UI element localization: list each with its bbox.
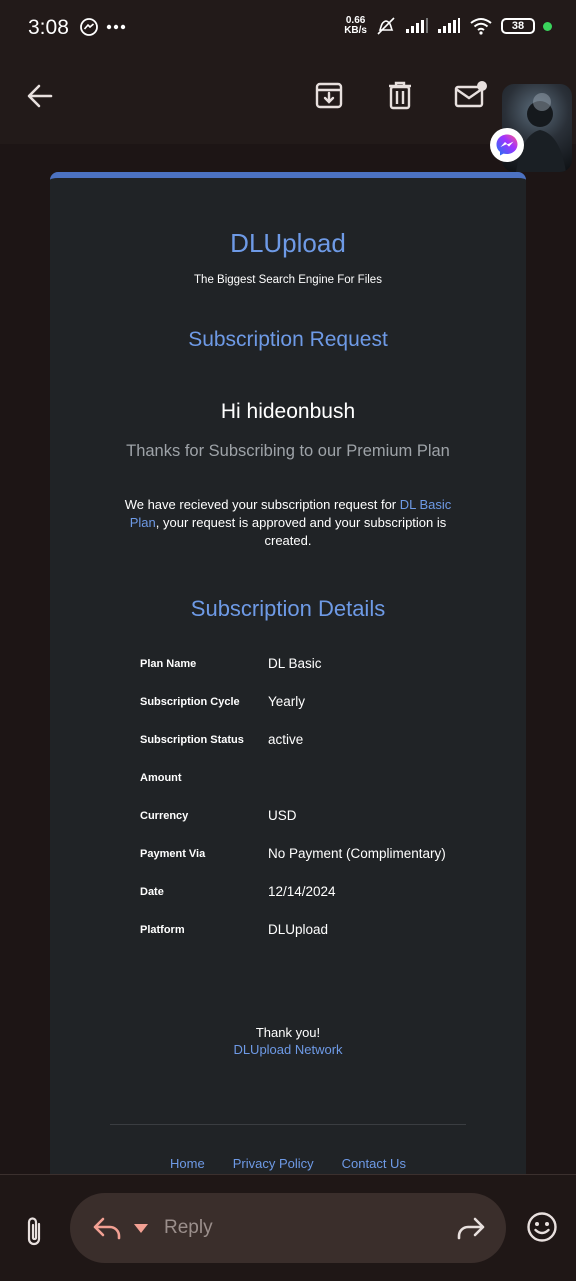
detail-key: Amount bbox=[140, 772, 182, 784]
archive-icon[interactable] bbox=[314, 80, 344, 110]
brand-title: DLUpload bbox=[230, 228, 346, 258]
detail-key: Platform bbox=[140, 924, 185, 936]
reply-icon[interactable] bbox=[92, 1215, 122, 1241]
detail-value: Yearly bbox=[268, 694, 306, 709]
chevron-down-icon[interactable] bbox=[134, 1224, 148, 1233]
signal-icon-1 bbox=[406, 18, 428, 33]
closing: Thank you! DLUpload Network bbox=[50, 1024, 526, 1058]
detail-value: active bbox=[268, 732, 304, 747]
detail-row: Payment Via No Payment (Complimentary) bbox=[140, 838, 480, 876]
footer-links: Home Privacy Policy Contact Us bbox=[50, 1156, 526, 1171]
detail-value: DLUpload bbox=[268, 922, 329, 937]
silent-mode-icon bbox=[377, 17, 395, 35]
detail-key: Subscription Status bbox=[140, 734, 244, 746]
detail-row: Date 12/14/2024 bbox=[140, 876, 480, 914]
delete-icon[interactable] bbox=[386, 80, 414, 110]
email-card: DLUpload The Biggest Search Engine For F… bbox=[50, 172, 526, 1182]
detail-key: Plan Name bbox=[140, 658, 197, 670]
reply-bar: Reply bbox=[0, 1174, 576, 1281]
detail-row: Currency USD bbox=[140, 800, 480, 838]
details-table: Plan Name DL Basic Subscription Cycle Year… bbox=[140, 648, 480, 952]
greeting: Hi hideonbush bbox=[220, 400, 356, 423]
detail-value: 12/14/2024 bbox=[268, 884, 336, 899]
email-heading: Subscription Request bbox=[188, 328, 388, 351]
detail-row: Subscription Cycle Yearly bbox=[140, 686, 480, 724]
closing-text: Thank you! bbox=[255, 1025, 321, 1040]
footer-link-privacy[interactable]: Privacy Policy bbox=[233, 1156, 314, 1171]
signature-link[interactable]: DLUpload Network bbox=[50, 1041, 526, 1058]
thanks-subtitle: Thanks for Subscribing to our Premium Pl… bbox=[126, 442, 450, 460]
battery-indicator: 38 bbox=[501, 18, 535, 34]
reply-label: Reply bbox=[164, 1217, 213, 1238]
body-paragraph: We have recieved your subscription reque… bbox=[124, 497, 452, 548]
emoji-icon[interactable] bbox=[526, 1211, 558, 1243]
detail-value: No Payment (Complimentary) bbox=[268, 846, 446, 861]
privacy-indicator-dot bbox=[543, 21, 552, 31]
brand-tagline: The Biggest Search Engine For Files bbox=[194, 274, 382, 286]
detail-key: Payment Via bbox=[140, 848, 206, 860]
forward-icon[interactable] bbox=[456, 1215, 486, 1241]
back-arrow-icon[interactable] bbox=[26, 82, 54, 110]
detail-key: Date bbox=[140, 886, 164, 898]
footer-link-contact[interactable]: Contact Us bbox=[342, 1156, 406, 1171]
detail-value: DL Basic bbox=[268, 656, 322, 671]
messenger-notification-icon bbox=[80, 18, 98, 36]
network-speed: 0.66 KB/s bbox=[344, 15, 367, 36]
detail-key: Subscription Cycle bbox=[140, 696, 240, 708]
mark-unread-icon[interactable] bbox=[454, 80, 488, 110]
details-title: Subscription Details bbox=[190, 596, 386, 621]
reply-input[interactable]: Reply bbox=[70, 1193, 506, 1263]
wifi-icon bbox=[470, 18, 492, 35]
signal-icon-2 bbox=[438, 18, 460, 33]
attachment-icon[interactable] bbox=[22, 1215, 46, 1249]
detail-row: Platform DLUpload bbox=[140, 914, 480, 952]
detail-row: Plan Name DL Basic bbox=[140, 648, 480, 686]
footer-divider bbox=[110, 1124, 466, 1125]
detail-key: Currency bbox=[140, 810, 189, 822]
footer-link-home[interactable]: Home bbox=[170, 1156, 205, 1171]
status-bar: 3:08 0.66 KB/s 38 bbox=[0, 0, 576, 58]
detail-row: Subscription Status active bbox=[140, 724, 480, 762]
more-notifications-icon bbox=[106, 24, 126, 30]
email-toolbar bbox=[0, 58, 576, 144]
status-time: 3:08 bbox=[28, 16, 69, 39]
messenger-badge-icon bbox=[490, 128, 524, 162]
detail-value: USD bbox=[268, 808, 297, 823]
detail-row: Amount bbox=[140, 762, 480, 800]
